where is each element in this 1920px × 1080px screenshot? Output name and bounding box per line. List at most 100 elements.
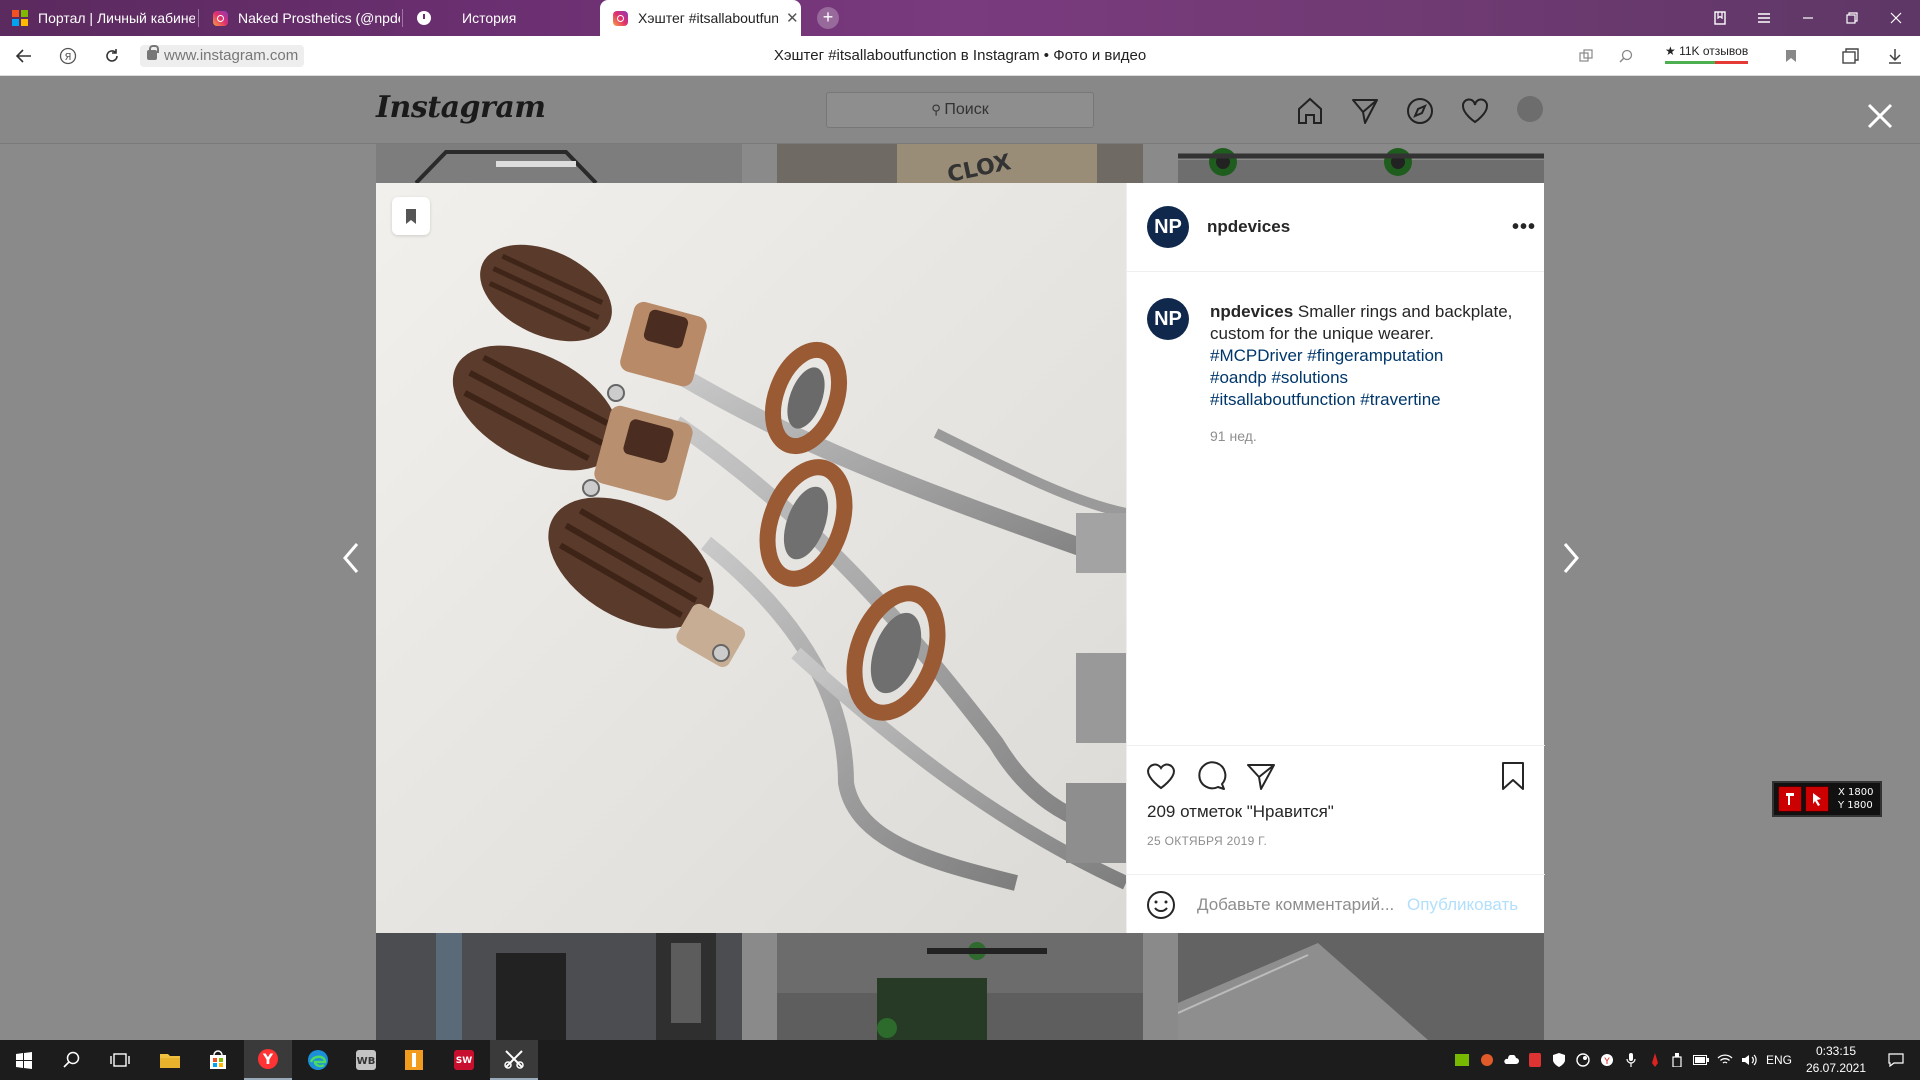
svg-text:Я: Я [65,52,72,63]
search-taskbar-icon[interactable] [48,1040,96,1080]
grid-thumbnail[interactable] [777,933,1143,1040]
share-icon[interactable] [1245,760,1277,792]
file-explorer-icon[interactable] [146,1040,194,1080]
avatar[interactable]: NP [1147,206,1189,248]
tab-portal[interactable]: Портал | Личный кабинет [0,0,195,36]
nvidia-icon[interactable] [1452,1040,1472,1080]
snipping-tool-icon[interactable] [490,1040,538,1080]
restore-icon[interactable] [1830,0,1874,36]
windows-start-icon [16,1052,32,1069]
steam-icon[interactable] [1572,1040,1594,1080]
profile-avatar[interactable] [1517,96,1543,122]
hashtag-link[interactable]: #itsallaboutfunction [1210,390,1356,409]
hashtag-link[interactable]: #MCPDriver [1210,346,1303,365]
comment-icon[interactable] [1195,760,1227,792]
search-input[interactable]: ⚲ Поиск [826,92,1094,128]
pen-icon[interactable] [1644,1040,1666,1080]
emoji-icon[interactable] [1145,889,1177,921]
hashtag-link[interactable]: #fingeramputation [1307,346,1443,365]
menu-icon[interactable] [1742,0,1786,36]
save-badge[interactable] [392,197,430,235]
hashtag-link[interactable]: #travertine [1360,390,1440,409]
grid-thumbnail[interactable] [376,933,742,1040]
hashtag-link[interactable]: #oandp [1210,368,1267,387]
tab-title: Хэштег #itsallaboutfunc [638,10,778,26]
post-date: 25 ОКТЯБРЯ 2019 Г. [1147,834,1268,848]
direct-icon[interactable] [1350,96,1380,126]
like-heart-icon[interactable] [1145,760,1177,792]
store-icon[interactable] [194,1040,242,1080]
notifications-icon[interactable] [1876,1040,1916,1080]
activity-heart-icon[interactable] [1460,96,1490,126]
collections-icon[interactable] [1840,44,1862,68]
url-field[interactable]: www.instagram.com [140,45,305,67]
bookmark-icon[interactable] [1780,44,1802,68]
address-bar: Я www.instagram.com Хэштег #itsallaboutf… [0,36,1920,76]
tab-history[interactable]: История [404,0,594,36]
comment-box: Добавьте комментарий... Опубликовать [1127,874,1545,934]
yandex-browser-icon[interactable]: Y [244,1040,292,1080]
wildberries-icon[interactable]: WB [342,1040,390,1080]
tab-naked-prosthetics[interactable]: Naked Prosthetics (@npde [200,0,400,36]
publish-button[interactable]: Опубликовать [1407,895,1518,915]
minimize-icon[interactable] [1786,0,1830,36]
yandex-icon[interactable]: Я [56,44,80,68]
explore-icon[interactable] [1405,96,1435,126]
antivirus-icon[interactable] [1524,1040,1546,1080]
more-options-icon[interactable]: ••• [1512,216,1536,239]
reload-icon[interactable] [100,44,124,68]
new-tab-button[interactable]: + [817,7,839,29]
next-post-arrow-icon[interactable] [1555,538,1585,578]
close-tab-icon[interactable]: ✕ [786,9,799,27]
edge-icon[interactable] [294,1040,342,1080]
tab-title: Портал | Личный кабинет [38,10,195,26]
instagram-logo[interactable]: Instagram [376,90,546,125]
solidworks-icon[interactable]: SW [440,1040,488,1080]
tab-hashtag-active[interactable]: Хэштег #itsallaboutfunc ✕ [600,0,801,36]
back-icon[interactable] [12,44,36,68]
likes-count[interactable]: 209 отметок "Нравится" [1147,802,1334,822]
system-clock[interactable]: 0:33:15 26.07.2021 [1796,1043,1876,1077]
language-indicator[interactable]: ENG [1762,1040,1796,1080]
post-username[interactable]: npdevices [1207,217,1290,237]
battery-icon[interactable] [1690,1040,1712,1080]
clock-date: 26.07.2021 [1805,1061,1867,1075]
grid-thumbnail[interactable]: CLOX [777,144,1143,183]
grid-thumbnail[interactable] [1178,144,1544,183]
comment-input[interactable]: Добавьте комментарий... [1197,895,1394,915]
tab-separator [402,9,403,27]
post-photo[interactable] [376,183,1126,933]
cloud-icon[interactable] [1500,1040,1522,1080]
zoom-icon[interactable] [1615,44,1637,68]
instagram-icon [212,10,228,26]
hashtag-link[interactable]: #solutions [1271,368,1348,387]
download-icon[interactable] [1884,44,1906,68]
previous-post-arrow-icon[interactable] [337,538,367,578]
save-bookmark-icon[interactable] [1497,760,1529,792]
reviews-badge[interactable]: ★ 11K отзывов [1665,44,1749,64]
tab-mirror-icon[interactable] [1575,44,1597,68]
tray-app-icon[interactable] [1476,1040,1498,1080]
grid-thumbnail[interactable] [1178,933,1544,1040]
notes-app-icon[interactable] [390,1040,438,1080]
caption-avatar[interactable]: NP [1147,298,1189,340]
yandex-tray-icon[interactable]: Y [1596,1040,1618,1080]
task-view-icon[interactable] [96,1040,144,1080]
post-age[interactable]: 91 нед. [1210,428,1257,444]
home-icon[interactable] [1295,96,1325,126]
grid-thumbnail[interactable] [376,144,742,183]
svg-text:Y: Y [1603,1057,1610,1067]
microphone-icon[interactable] [1620,1040,1642,1080]
shield-icon[interactable] [1548,1040,1570,1080]
close-modal-icon[interactable] [1864,100,1896,132]
windows-logo-icon [12,10,28,26]
svg-text:WB: WB [357,1056,376,1067]
volume-icon[interactable] [1738,1040,1760,1080]
close-window-icon[interactable] [1874,0,1918,36]
usb-icon[interactable] [1666,1040,1688,1080]
caption-username[interactable]: npdevices [1210,302,1293,321]
bookmarks-panel-icon[interactable] [1698,0,1742,36]
start-button[interactable] [0,1040,48,1080]
mouse-tracker-widget[interactable]: X 1800 Y 1800 [1772,781,1882,817]
wifi-icon[interactable] [1714,1040,1736,1080]
